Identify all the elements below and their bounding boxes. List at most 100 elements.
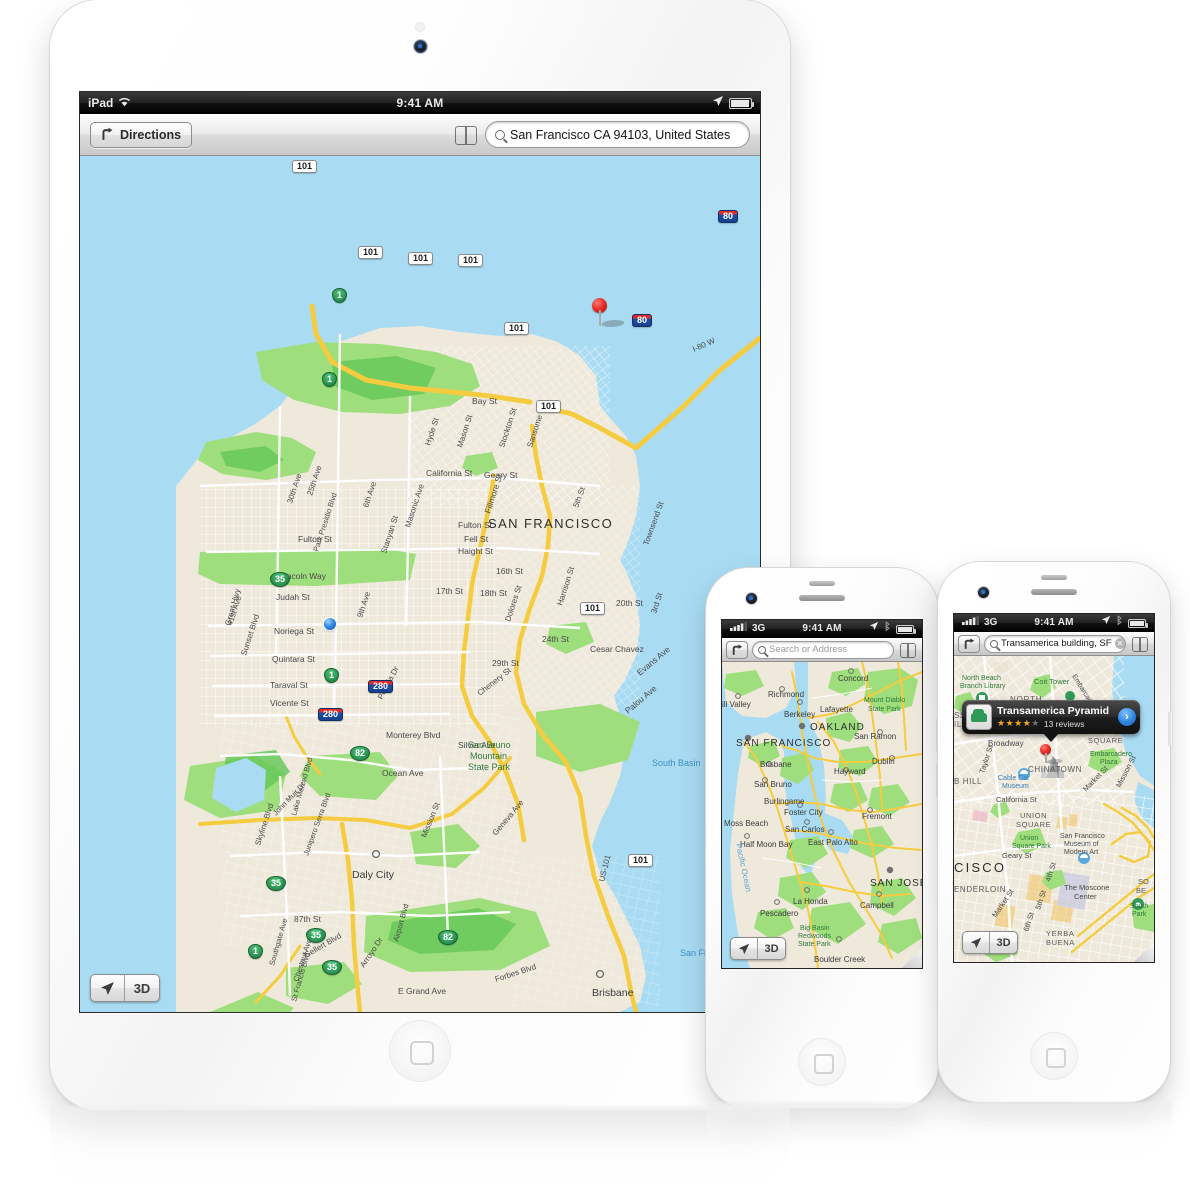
search-icon	[990, 639, 998, 648]
svg-text:ENDERLOIN: ENDERLOIN	[954, 885, 1006, 894]
shield-us-101: 101	[408, 252, 434, 266]
location-arrow-icon	[1101, 614, 1111, 632]
status-bar: 3G 9:41 AM	[722, 620, 922, 638]
map-3d-button[interactable]: 3D	[758, 938, 785, 959]
svg-text:SAN FRANCISCO: SAN FRANCISCO	[736, 738, 831, 749]
svg-text:Judah St: Judah St	[276, 592, 310, 602]
svg-text:Foster City: Foster City	[784, 808, 823, 817]
battery-icon	[729, 97, 754, 109]
directions-button[interactable]	[726, 640, 748, 659]
svg-text:17th St: 17th St	[436, 586, 464, 596]
dropped-pin[interactable]	[1040, 744, 1064, 764]
location-arrow-icon	[869, 620, 879, 638]
map-controls[interactable]: 3D	[730, 937, 786, 960]
ipad-map-canvas[interactable]: Bay St Stockton St Sansome St Hyde St Ma…	[80, 156, 760, 1012]
search-icon	[495, 129, 505, 140]
iphone-right-device: 3G 9:41 AM Transamerica building, SF ✕ N…	[938, 562, 1172, 1102]
iphone-left-screen: 3G 9:41 AM Search or Address Concord Ric…	[722, 620, 922, 968]
svg-text:Square Park: Square Park	[1012, 843, 1051, 850]
svg-text:San Bruno: San Bruno	[468, 740, 511, 750]
directions-button[interactable]	[958, 634, 980, 653]
svg-text:San Bruno: San Bruno	[754, 780, 792, 789]
top-slot	[809, 581, 835, 586]
home-button[interactable]	[1030, 1032, 1078, 1080]
svg-text:BE: BE	[1136, 886, 1146, 895]
map-controls[interactable]: 3D	[962, 931, 1018, 954]
svg-text:North Beach: North Beach	[962, 675, 1001, 682]
svg-text:18th St: 18th St	[480, 588, 508, 598]
svg-text:Ocean Ave: Ocean Ave	[382, 768, 424, 778]
pin-stick	[1044, 753, 1047, 763]
svg-text:CHINATOWN: CHINATOWN	[1028, 765, 1082, 774]
locate-me-button[interactable]	[731, 938, 758, 959]
shield-us-101: 101	[580, 602, 606, 616]
iphone-right-map-canvas[interactable]: North Beach Branch Library Coit Tower Em…	[954, 656, 1154, 962]
svg-text:Berkeley: Berkeley	[784, 710, 815, 719]
svg-text:16th St: 16th St	[496, 566, 524, 576]
svg-text:Fremont: Fremont	[862, 812, 893, 821]
svg-text:Geary St: Geary St	[1002, 851, 1033, 860]
bookmarks-book-icon[interactable]	[455, 126, 477, 145]
directions-arrow-icon	[102, 127, 114, 143]
iphone-reflection	[706, 1102, 1172, 1156]
svg-text:Mount Diablo: Mount Diablo	[864, 697, 905, 704]
map-controls[interactable]: 3D	[90, 974, 160, 1002]
shield-us-101: 101	[458, 254, 484, 268]
battery-icon	[1128, 618, 1148, 628]
bay-area-map-graphic: Concord Richmond ill Valley Lafayette Mo…	[722, 662, 922, 968]
svg-text:San Francisco: San Francisco	[1060, 833, 1105, 840]
clear-circle-icon[interactable]: ✕	[1114, 638, 1125, 649]
ambient-light-sensor	[416, 23, 424, 31]
svg-text:BUENA: BUENA	[1046, 938, 1075, 947]
locate-me-button[interactable]	[91, 975, 125, 1001]
svg-text:Cable Car: Cable Car	[998, 775, 1030, 782]
svg-text:Vicente St: Vicente St	[270, 698, 309, 708]
earpiece-speaker	[799, 595, 845, 601]
battery-icon	[896, 624, 916, 634]
svg-text:Hayward: Hayward	[834, 767, 866, 776]
home-button[interactable]	[389, 1020, 451, 1082]
iphone-left-map-canvas[interactable]: Concord Richmond ill Valley Lafayette Mo…	[722, 662, 922, 968]
svg-text:South Basin: South Basin	[652, 758, 701, 768]
svg-text:State Park: State Park	[868, 706, 901, 713]
directions-button-label: Directions	[120, 127, 182, 142]
svg-text:Branch Library: Branch Library	[960, 683, 1006, 690]
side-button[interactable]	[1169, 712, 1172, 746]
search-input[interactable]: San Francisco CA 94103, United States	[485, 121, 750, 148]
search-input[interactable]: Transamerica building, SF ✕	[984, 634, 1126, 653]
svg-text:Half Moon Bay: Half Moon Bay	[740, 840, 792, 849]
svg-text:Quintara St: Quintara St	[272, 654, 316, 664]
bookmarks-book-icon[interactable]	[898, 641, 918, 659]
shield-us-101: 101	[292, 160, 318, 174]
directions-button[interactable]: Directions	[90, 121, 193, 148]
chevron-right-circle-icon[interactable]: ›	[1118, 708, 1136, 726]
ipad-reflection	[50, 1106, 790, 1182]
svg-text:Campbell: Campbell	[860, 901, 894, 910]
map-3d-button[interactable]: 3D	[125, 975, 159, 1001]
svg-text:Modern Art: Modern Art	[1064, 849, 1098, 856]
shield-us-101: 101	[504, 322, 530, 336]
ipad-device: iPad 9:41 AM Directions San Francisco CA…	[50, 0, 790, 1110]
home-button[interactable]	[798, 1038, 846, 1086]
svg-text:State Park: State Park	[798, 941, 831, 948]
bluetooth-icon	[1116, 614, 1123, 632]
callout-rating-row: ★★★★★ 13 reviews	[997, 719, 1113, 729]
svg-text:B HILL: B HILL	[954, 777, 982, 786]
search-input[interactable]: Search or Address	[752, 640, 894, 659]
search-icon	[758, 645, 766, 654]
shield-us-101: 101	[536, 400, 562, 414]
svg-text:Monterey Blvd: Monterey Blvd	[386, 730, 441, 740]
map-3d-button[interactable]: 3D	[990, 932, 1017, 953]
svg-text:Union: Union	[1020, 835, 1038, 842]
svg-text:Brisbane: Brisbane	[760, 760, 792, 769]
dropped-pin[interactable]	[592, 298, 627, 327]
bookmarks-book-icon[interactable]	[1130, 635, 1150, 653]
place-callout[interactable]: Transamerica Pyramid ★★★★★ 13 reviews ›	[962, 700, 1140, 742]
locate-me-button[interactable]	[963, 932, 990, 953]
search-input-value: Transamerica building, SF	[1001, 638, 1112, 649]
svg-text:Big Basin: Big Basin	[800, 925, 830, 932]
reviews-count-label: 13 reviews	[1043, 718, 1085, 729]
svg-text:Museum: Museum	[1002, 783, 1029, 790]
shield-i-280: 280	[318, 708, 344, 722]
svg-text:California St: California St	[996, 795, 1038, 804]
